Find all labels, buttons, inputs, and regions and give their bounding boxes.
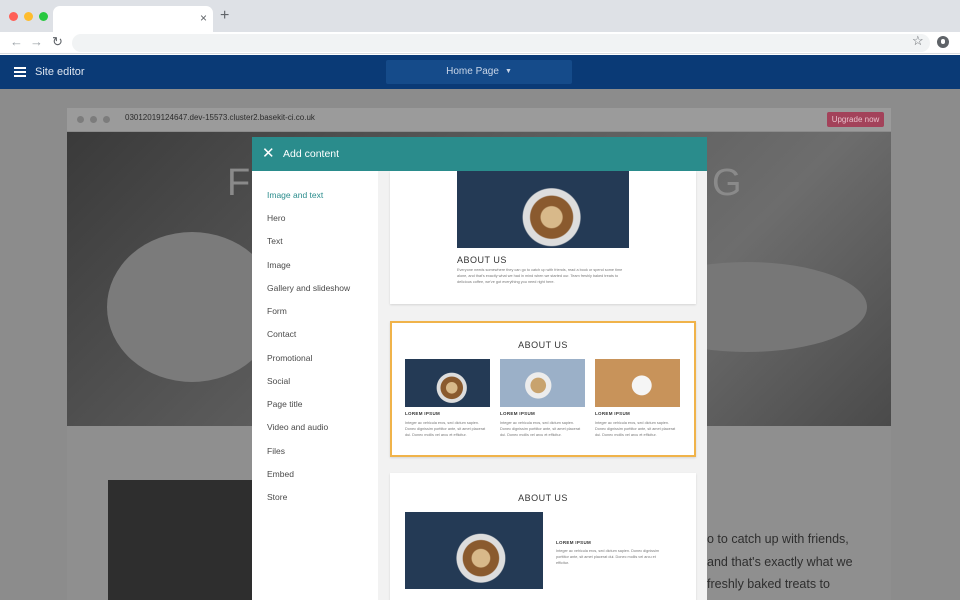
category-page-title[interactable]: Page title bbox=[267, 399, 302, 409]
column-label: LOREM IPSUM bbox=[556, 540, 592, 545]
hamburger-menu-icon[interactable] bbox=[14, 67, 26, 77]
upgrade-button[interactable]: Upgrade now bbox=[827, 112, 884, 127]
editor-title: Site editor bbox=[35, 66, 85, 78]
column-text: Integer ac vehicula eros, sed dictum sap… bbox=[500, 421, 581, 437]
category-list: Image and text Hero Text Image Gallery a… bbox=[252, 171, 378, 600]
category-social[interactable]: Social bbox=[267, 376, 290, 386]
site-editor-bar: Site editor Home Page ▼ bbox=[0, 55, 960, 89]
bookmark-star-icon[interactable]: ☆ bbox=[912, 34, 924, 48]
category-video-and-audio[interactable]: Video and audio bbox=[267, 422, 328, 432]
column-text: Integer ac vehicula eros, sed dictum sap… bbox=[595, 421, 676, 437]
preview-photo bbox=[405, 359, 490, 407]
preview-dot bbox=[77, 116, 84, 123]
preview-title: ABOUT US bbox=[518, 493, 568, 503]
modal-title: Add content bbox=[283, 148, 340, 160]
category-hero[interactable]: Hero bbox=[267, 213, 285, 223]
browser-tab-strip: × + bbox=[0, 0, 960, 32]
preview-photo bbox=[457, 171, 629, 248]
preview-title: ABOUT US bbox=[518, 340, 568, 350]
category-files[interactable]: Files bbox=[267, 446, 285, 456]
column-text: Integer ac vehicula eros, sed dictum sap… bbox=[556, 549, 659, 565]
close-icon[interactable]: ✕ bbox=[262, 146, 275, 161]
category-image[interactable]: Image bbox=[267, 260, 291, 270]
layout-option-1[interactable]: ABOUT US Everyone needs somewhere they c… bbox=[390, 171, 696, 304]
forward-icon[interactable]: → bbox=[30, 35, 43, 49]
reload-icon[interactable]: ↻ bbox=[52, 35, 63, 49]
layout-preview-list: ABOUT US Everyone needs somewhere they c… bbox=[378, 171, 707, 600]
category-embed[interactable]: Embed bbox=[267, 469, 294, 479]
add-content-modal: ✕ Add content Image and text Hero Text I… bbox=[252, 137, 707, 600]
preview-dot bbox=[90, 116, 97, 123]
category-contact[interactable]: Contact bbox=[267, 329, 296, 339]
category-text[interactable]: Text bbox=[267, 236, 283, 246]
preview-dot bbox=[103, 116, 110, 123]
back-icon[interactable]: ← bbox=[10, 35, 23, 49]
hero-title-right: G bbox=[712, 162, 744, 204]
preview-browser-bar: 03012019124647.dev-15573.cluster2.baseki… bbox=[67, 108, 891, 131]
page-selector-label: Home Page bbox=[446, 66, 499, 77]
column-label: LOREM IPSUM bbox=[595, 411, 631, 416]
preview-title: ABOUT US bbox=[457, 255, 507, 265]
body-text-line: o to catch up with friends, bbox=[707, 532, 849, 546]
site-url: 03012019124647.dev-15573.cluster2.baseki… bbox=[125, 113, 315, 122]
chevron-down-icon: ▼ bbox=[504, 68, 512, 75]
tab-close-icon[interactable]: × bbox=[200, 12, 207, 24]
body-image bbox=[108, 480, 258, 600]
layout-option-3[interactable]: ABOUT US LOREM IPSUM Integer ac vehicula… bbox=[390, 473, 696, 600]
browser-toolbar: ← → ↻ ☆ bbox=[0, 32, 960, 54]
category-form[interactable]: Form bbox=[267, 306, 287, 316]
modal-header: ✕ Add content bbox=[252, 137, 707, 171]
layout-option-2[interactable]: ABOUT US LOREM IPSUM LOREM IPSUM LOREM I… bbox=[390, 321, 696, 457]
preview-photo bbox=[595, 359, 680, 407]
category-promotional[interactable]: Promotional bbox=[267, 353, 312, 363]
browser-tab[interactable]: × bbox=[53, 6, 213, 32]
category-store[interactable]: Store bbox=[267, 492, 287, 502]
page-selector[interactable]: Home Page ▼ bbox=[386, 60, 572, 84]
body-text-line: freshly baked treats to bbox=[707, 577, 830, 591]
preview-photo bbox=[405, 512, 543, 589]
new-tab-button[interactable]: + bbox=[220, 8, 229, 24]
profile-icon[interactable] bbox=[937, 36, 949, 48]
column-label: LOREM IPSUM bbox=[500, 411, 536, 416]
preview-photo bbox=[500, 359, 585, 407]
address-bar[interactable] bbox=[72, 34, 930, 52]
window-maximize-button[interactable] bbox=[39, 12, 48, 21]
window-minimize-button[interactable] bbox=[24, 12, 33, 21]
column-text: Integer ac vehicula eros, sed dictum sap… bbox=[405, 421, 486, 437]
window-close-button[interactable] bbox=[9, 12, 18, 21]
body-text-line: and that's exactly what we bbox=[707, 555, 853, 569]
preview-text: Everyone needs somewhere they can go to … bbox=[457, 268, 623, 284]
category-gallery-and-slideshow[interactable]: Gallery and slideshow bbox=[267, 283, 350, 293]
hero-title-left: F bbox=[227, 162, 253, 204]
column-label: LOREM IPSUM bbox=[405, 411, 441, 416]
category-image-and-text[interactable]: Image and text bbox=[267, 190, 323, 200]
